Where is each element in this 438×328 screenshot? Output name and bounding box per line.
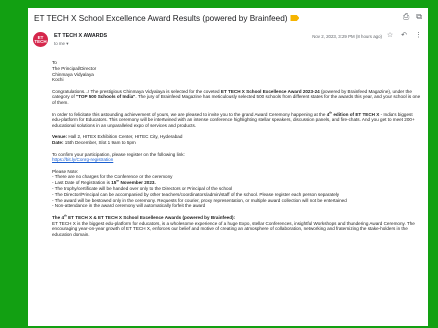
recipient-block: To The Principal/Director Chinmaya Vidya…	[52, 60, 422, 83]
email-subject: ET TECH X School Excellence Award Result…	[34, 13, 288, 23]
date-label: Date:	[52, 140, 64, 146]
deadline-month: November 2023.	[119, 180, 156, 186]
text-span: ET TECH X & ET TECH X School Excellence …	[66, 214, 236, 220]
important-marker-icon[interactable]	[290, 15, 300, 21]
text-span: - Last Date of Registration is	[52, 180, 112, 186]
star-icon[interactable]: ☆	[387, 32, 393, 40]
email-date: Nov 2, 2023, 3:29 PM (8 hours ago)	[312, 34, 382, 39]
message-actions: ☆ ↶ ⋮	[387, 32, 422, 40]
text-span: The 4	[52, 214, 64, 220]
venue-label: Venue:	[52, 134, 68, 140]
email-body: To The Principal/Director Chinmaya Vidya…	[52, 60, 422, 243]
reply-icon[interactable]: ↶	[401, 32, 407, 40]
about-block: The 4th ET TECH X & ET TECH X School Exc…	[52, 214, 422, 238]
sender-name[interactable]: ET TECH X AWARDS	[54, 33, 107, 39]
open-in-new-icon[interactable]: ⧉	[416, 13, 422, 21]
text-span: In order to felicitate this astounding a…	[52, 111, 327, 117]
edition-label: edition of ET TECH X	[332, 111, 380, 117]
congratulations-paragraph: Congratulations...! The prestigious Chin…	[52, 89, 422, 106]
text-span: Congratulations...! The prestigious Chin…	[52, 88, 221, 94]
top-icons: ⎙ ⧉	[403, 13, 422, 21]
venue-block: Venue: Hall 2, HITEX Exhibition Center, …	[52, 134, 422, 146]
sender-row: ET TECH ET TECH X AWARDS to me ▾ Nov 2, …	[28, 32, 428, 54]
registration-link[interactable]: https://bit.ly/Conrg-registration	[52, 157, 422, 163]
avatar[interactable]: ET TECH	[33, 32, 48, 47]
note-item: - Non-attendance in the award ceremony w…	[52, 203, 206, 209]
about-text: ET TECH X is the biggest edu-platform fo…	[52, 220, 415, 238]
print-icon[interactable]: ⎙	[403, 13, 409, 21]
recipient-dropdown[interactable]: to me ▾	[54, 41, 68, 47]
notes-block: Please Note: - There are no charges for …	[52, 169, 422, 210]
subject-row: ET TECH X School Excellence Award Result…	[28, 8, 428, 28]
invitation-paragraph: In order to felicitate this astounding a…	[52, 111, 422, 129]
registration-block: To confirm your participation, please re…	[52, 152, 422, 164]
venue-value: Hall 2, HITEX Exhibition Center, HITEC C…	[67, 134, 183, 140]
date-value: 15th December, Slot 1 9am to 5pm	[63, 140, 136, 146]
more-icon[interactable]: ⋮	[415, 32, 422, 40]
award-name: ET TECH X School Excellence Award 2023-2…	[220, 88, 320, 94]
award-category: "TOP 500 Schools of India"	[76, 94, 136, 100]
recipient-line: Kochi	[52, 77, 64, 83]
email-view: ET TECH X School Excellence Award Result…	[28, 8, 428, 326]
